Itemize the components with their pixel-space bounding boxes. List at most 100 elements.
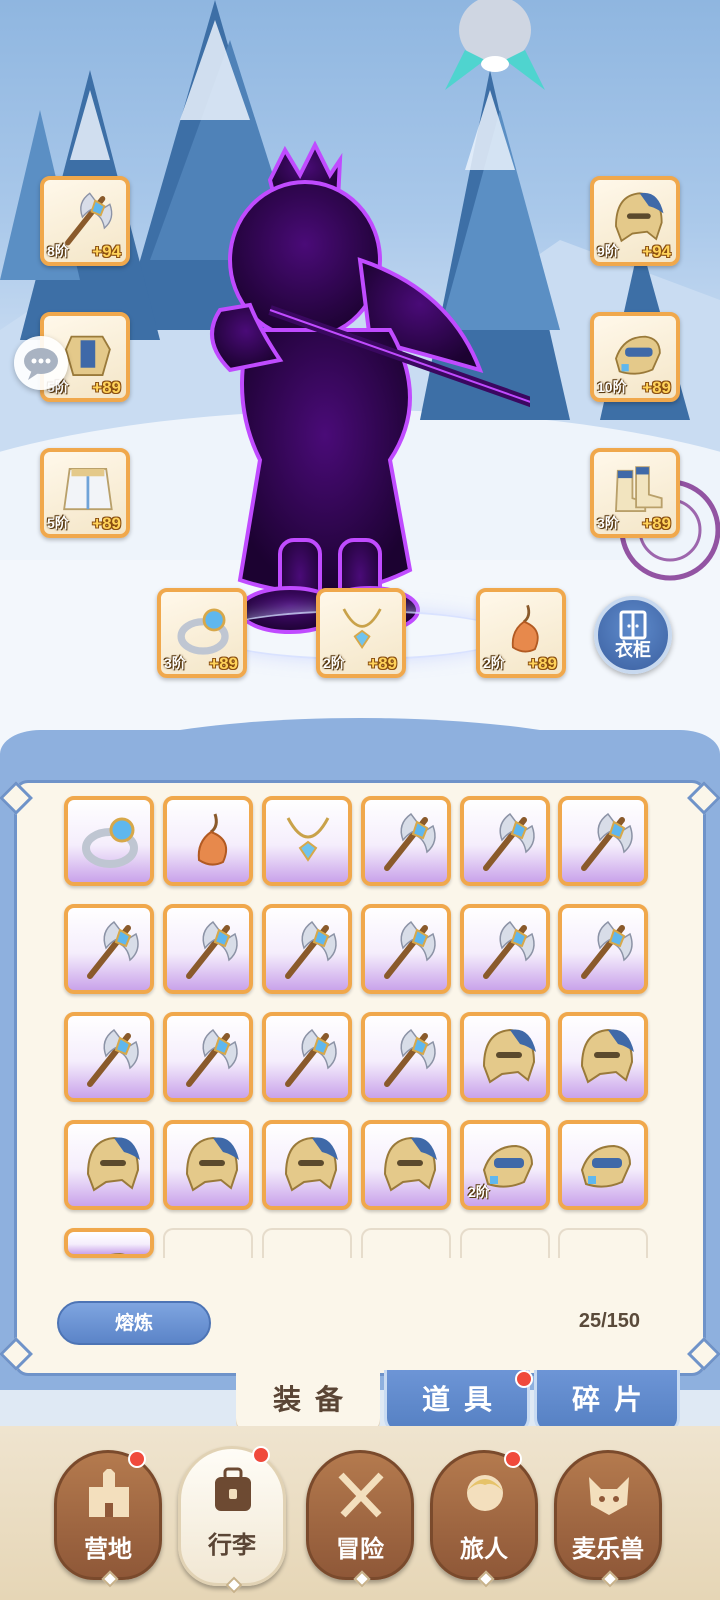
nav-camp-badge <box>128 1450 146 1468</box>
item-tier: 8阶 <box>47 243 69 259</box>
nav-traveler-label: 旅人 <box>460 1535 508 1563</box>
nav-camp[interactable]: 营地 <box>54 1450 162 1588</box>
item-enhance-level: +94 <box>92 242 121 261</box>
axe-staff-icon <box>384 812 436 871</box>
axe-staff-icon <box>186 1028 238 1087</box>
castle-icon <box>89 1469 129 1517</box>
nav-backpack-label: 行李 <box>208 1531 256 1559</box>
traveler-icon <box>467 1475 503 1511</box>
item-tier: 3阶 <box>597 515 619 531</box>
item-tier: 2阶 <box>483 655 505 671</box>
nav-camp-label: 营地 <box>84 1535 132 1563</box>
wardrobe-button[interactable]: 衣柜 <box>594 596 672 674</box>
nav-traveler[interactable]: 旅人 <box>430 1450 538 1588</box>
axe-staff-icon <box>384 1028 436 1087</box>
tab-equipment[interactable]: 装备 <box>236 1370 380 1434</box>
inventory-slot[interactable] <box>163 1012 253 1102</box>
empty-inventory-slot[interactable] <box>558 1228 648 1258</box>
inventory-slot[interactable] <box>361 904 451 994</box>
inventory-slot[interactable] <box>460 796 550 886</box>
inventory-slot[interactable] <box>262 1012 352 1102</box>
axe-staff-icon <box>581 812 633 871</box>
equipped-helmet-slot[interactable]: 9阶 +94 <box>590 176 680 266</box>
item-tier: 9阶 <box>597 243 619 259</box>
item-tier: 3阶 <box>164 655 186 671</box>
item-enhance-level: +89 <box>642 378 671 397</box>
helmet-icon <box>383 1136 437 1192</box>
inventory-slot[interactable] <box>558 796 648 886</box>
axe-staff-icon <box>483 920 535 979</box>
inventory-slot[interactable] <box>460 1012 550 1102</box>
axe-staff-icon <box>285 920 337 979</box>
inventory-slot[interactable] <box>64 796 154 886</box>
wardrobe-label: 衣柜 <box>615 640 651 661</box>
inventory-slot[interactable] <box>163 904 253 994</box>
item-enhance-level: +94 <box>642 242 671 261</box>
tab-items[interactable]: 道具 <box>384 1370 530 1434</box>
charm-icon <box>197 813 227 866</box>
gauntlet-icon <box>111 1252 125 1254</box>
inventory-slot[interactable] <box>460 904 550 994</box>
equipped-weapon-slot[interactable]: 8阶 +94 <box>40 176 130 266</box>
axe-staff-icon <box>483 812 535 871</box>
inventory-slot[interactable] <box>558 1012 648 1102</box>
empty-inventory-slot[interactable] <box>163 1228 253 1258</box>
tab-fragments[interactable]: 碎片 <box>534 1370 680 1434</box>
chat-bubble-icon <box>24 348 58 380</box>
helmet-icon <box>580 1028 634 1084</box>
empty-inventory-slot[interactable] <box>460 1228 550 1258</box>
nav-adventure[interactable]: 冒险 <box>306 1450 414 1588</box>
item-enhance-level: +89 <box>92 378 121 397</box>
empty-inventory-slot[interactable] <box>361 1228 451 1258</box>
inventory-slot[interactable] <box>163 1120 253 1210</box>
item-enhance-level: +89 <box>642 514 671 533</box>
equipped-charm-slot[interactable]: 2阶 +89 <box>476 588 566 678</box>
inventory-slot[interactable] <box>361 1012 451 1102</box>
equipped-legs-slot[interactable]: 5阶 +89 <box>40 448 130 538</box>
inventory-slot[interactable] <box>64 1120 154 1210</box>
crossed-swords-icon <box>338 1472 384 1518</box>
inventory-slot[interactable] <box>262 1120 352 1210</box>
inventory-slot[interactable] <box>262 904 352 994</box>
inventory-slot[interactable] <box>64 1228 154 1258</box>
inventory-slot[interactable] <box>262 796 352 886</box>
helmet-icon <box>284 1136 338 1192</box>
item-enhance-level: +89 <box>368 654 397 673</box>
helmet-icon <box>482 1028 536 1084</box>
axe-staff-icon <box>384 920 436 979</box>
equipped-gloves-slot[interactable]: 10阶 +89 <box>590 312 680 402</box>
backpack-icon <box>215 1467 251 1511</box>
empty-inventory-slot[interactable] <box>262 1228 352 1258</box>
inventory-slot[interactable]: 2阶 <box>460 1120 550 1210</box>
nav-pets[interactable]: 麦乐兽 <box>554 1450 662 1588</box>
nav-traveler-badge <box>504 1450 522 1468</box>
inventory-slot[interactable] <box>558 1120 648 1210</box>
inventory-slot[interactable] <box>64 1012 154 1102</box>
equipped-necklace-slot[interactable]: 2阶 +89 <box>316 588 406 678</box>
equipped-boots-slot[interactable]: 3阶 +89 <box>590 448 680 538</box>
axe-staff-icon <box>285 1028 337 1087</box>
nav-adventure-label: 冒险 <box>336 1535 384 1563</box>
equipped-ring-slot[interactable]: 3阶 +89 <box>157 588 247 678</box>
tab-items-badge <box>515 1370 533 1388</box>
item-enhance-level: +89 <box>92 514 121 533</box>
nav-backpack[interactable]: 行李 <box>178 1446 286 1594</box>
smelt-button[interactable]: 熔炼 <box>57 1301 211 1345</box>
necklace-icon <box>286 817 330 862</box>
item-tier: 2阶 <box>468 1184 490 1200</box>
item-enhance-level: +89 <box>528 654 557 673</box>
inventory-slot[interactable] <box>558 904 648 994</box>
cat-pet-icon <box>589 1477 629 1515</box>
gauntlet-icon <box>580 1144 632 1188</box>
ring-icon <box>82 817 138 868</box>
axe-staff-icon <box>186 920 238 979</box>
inventory-slot[interactable] <box>163 796 253 886</box>
inventory-slot[interactable] <box>64 904 154 994</box>
item-tier: 5阶 <box>47 515 69 531</box>
item-tier: 2阶 <box>323 655 345 671</box>
inventory-slot[interactable] <box>361 796 451 886</box>
chat-button[interactable] <box>14 336 68 390</box>
inventory-capacity: 25/150 <box>578 1310 640 1332</box>
inventory-slot[interactable] <box>361 1120 451 1210</box>
axe-staff-icon <box>87 920 139 979</box>
